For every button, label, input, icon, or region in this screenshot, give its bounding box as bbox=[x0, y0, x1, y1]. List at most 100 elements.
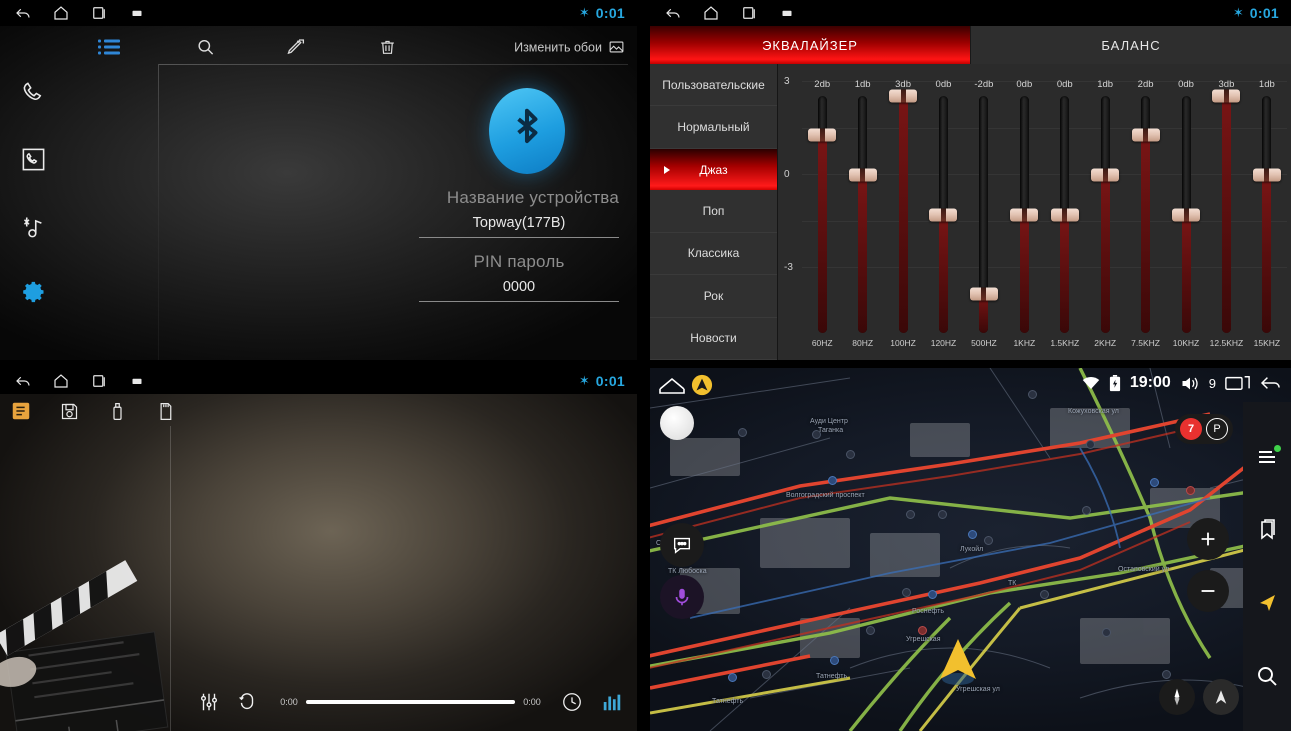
seek-bar[interactable] bbox=[306, 700, 515, 704]
eq-band-100HZ[interactable]: 3db 100HZ bbox=[883, 78, 923, 350]
eq-band-60HZ[interactable]: 2db 60HZ bbox=[802, 78, 842, 350]
eq-slider-track[interactable] bbox=[889, 89, 918, 333]
bookmark-icon[interactable] bbox=[1254, 517, 1280, 543]
eq-slider-track[interactable] bbox=[1252, 96, 1281, 333]
user-avatar[interactable] bbox=[660, 406, 694, 440]
recents-icon[interactable] bbox=[1225, 374, 1250, 392]
back-icon[interactable] bbox=[14, 372, 32, 390]
map-poi[interactable] bbox=[1102, 628, 1111, 637]
map-poi[interactable] bbox=[918, 626, 927, 635]
list-view-icon[interactable] bbox=[98, 39, 120, 55]
back-icon[interactable] bbox=[14, 4, 32, 22]
eq-slider-knob[interactable] bbox=[1010, 208, 1039, 221]
call-log-icon[interactable] bbox=[16, 143, 50, 177]
map-poi[interactable] bbox=[1162, 670, 1171, 679]
map-poi[interactable] bbox=[1150, 478, 1159, 487]
home-icon[interactable] bbox=[52, 4, 70, 22]
eq-band-10KHZ[interactable]: 0db 10KHZ bbox=[1166, 78, 1206, 350]
recents-icon[interactable] bbox=[90, 4, 108, 22]
eq-slider-knob[interactable] bbox=[969, 287, 998, 300]
eq-tab-1[interactable]: БАЛАНС bbox=[970, 26, 1291, 64]
chat-bubble-icon[interactable] bbox=[660, 523, 704, 567]
map-poi[interactable] bbox=[1186, 486, 1195, 495]
eq-slider-track[interactable] bbox=[1091, 96, 1120, 333]
map-poi[interactable] bbox=[928, 590, 937, 599]
map-poi[interactable] bbox=[728, 673, 737, 682]
trash-icon[interactable] bbox=[378, 38, 397, 57]
device-name-value[interactable]: Topway(177B) bbox=[419, 215, 619, 238]
eq-slider-track[interactable] bbox=[808, 96, 837, 333]
navigation-arrow-icon[interactable] bbox=[1254, 590, 1280, 616]
preset-item-2[interactable]: Джаз bbox=[650, 148, 777, 191]
north-up-icon[interactable] bbox=[1203, 679, 1239, 715]
eq-band-2KHZ[interactable]: 1db 2KHZ bbox=[1085, 78, 1125, 350]
eq-slider-knob[interactable] bbox=[1091, 168, 1120, 182]
navigation-cursor-icon[interactable] bbox=[691, 374, 713, 396]
compass-icon[interactable] bbox=[1159, 679, 1195, 715]
parking-icon[interactable]: P bbox=[1206, 418, 1228, 440]
map-poi[interactable] bbox=[902, 588, 911, 597]
preset-item-0[interactable]: Пользовательские bbox=[650, 64, 777, 107]
recents-icon[interactable] bbox=[90, 372, 108, 390]
preset-item-1[interactable]: Нормальный bbox=[650, 106, 777, 149]
eq-band-80HZ[interactable]: 1db 80HZ bbox=[842, 78, 882, 350]
eq-slider-track[interactable] bbox=[969, 96, 998, 333]
bluetooth-music-icon[interactable] bbox=[16, 209, 50, 243]
preset-item-5[interactable]: Рок bbox=[650, 275, 777, 318]
map-poi[interactable] bbox=[1040, 590, 1049, 599]
map-poi[interactable] bbox=[828, 476, 837, 485]
zoom-in-button[interactable] bbox=[1187, 518, 1229, 560]
eq-slider-track[interactable] bbox=[1172, 96, 1200, 333]
back-icon[interactable] bbox=[664, 4, 682, 22]
home-icon[interactable] bbox=[52, 372, 70, 390]
eq-slider-knob[interactable] bbox=[1212, 89, 1241, 103]
eq-slider-knob[interactable] bbox=[1131, 128, 1160, 142]
playlist-icon[interactable] bbox=[8, 398, 34, 424]
eq-slider-track[interactable] bbox=[1212, 89, 1241, 333]
preset-item-3[interactable]: Поп bbox=[650, 190, 777, 233]
map-poi[interactable] bbox=[738, 428, 747, 437]
microphone-icon[interactable] bbox=[660, 575, 704, 619]
map-poi[interactable] bbox=[1082, 506, 1091, 515]
map-poi[interactable] bbox=[762, 670, 771, 679]
screenshot-icon[interactable] bbox=[128, 372, 146, 390]
eq-slider-knob[interactable] bbox=[929, 208, 958, 221]
map-poi[interactable] bbox=[1028, 390, 1037, 399]
search-icon[interactable] bbox=[196, 38, 215, 57]
eq-slider-track[interactable] bbox=[1131, 96, 1160, 333]
eq-band-1.5KHZ[interactable]: 0db 1.5KHZ bbox=[1045, 78, 1085, 350]
menu-icon[interactable] bbox=[1254, 444, 1281, 470]
eq-slider-knob[interactable] bbox=[1172, 208, 1200, 221]
eq-tab-0[interactable]: ЭКВАЛАЙЗЕР bbox=[650, 26, 970, 64]
eq-band-500HZ[interactable]: -2db 500HZ bbox=[964, 78, 1004, 350]
eq-slider-knob[interactable] bbox=[889, 89, 918, 103]
sdcard-icon[interactable] bbox=[152, 398, 178, 424]
eq-slider-track[interactable] bbox=[929, 96, 958, 333]
pin-value[interactable]: 0000 bbox=[419, 279, 619, 302]
eq-slider-track[interactable] bbox=[848, 96, 877, 333]
visualizer-icon[interactable] bbox=[601, 691, 623, 713]
volume-icon[interactable] bbox=[1180, 375, 1200, 392]
map-poi[interactable] bbox=[1086, 440, 1095, 449]
map-poi[interactable] bbox=[968, 530, 977, 539]
screenshot-icon[interactable] bbox=[778, 4, 796, 22]
map-poi[interactable] bbox=[984, 536, 993, 545]
eq-band-15KHZ[interactable]: 1db 15KHZ bbox=[1247, 78, 1287, 350]
traffic-status-pill[interactable]: 7 P bbox=[1175, 414, 1233, 444]
back-icon[interactable] bbox=[1259, 374, 1283, 392]
preset-item-6[interactable]: Новости bbox=[650, 318, 777, 360]
preset-item-4[interactable]: Классика bbox=[650, 233, 777, 276]
usb-icon[interactable] bbox=[104, 398, 130, 424]
eq-slider-knob[interactable] bbox=[848, 168, 877, 182]
dialpad-phone-icon[interactable] bbox=[16, 76, 50, 110]
recents-icon[interactable] bbox=[740, 4, 758, 22]
search-icon[interactable] bbox=[1254, 663, 1280, 689]
rename-icon[interactable] bbox=[285, 37, 306, 58]
eq-slider-track[interactable] bbox=[1010, 96, 1039, 333]
eq-band-120HZ[interactable]: 0db 120HZ bbox=[923, 78, 963, 350]
eq-band-12.5KHZ[interactable]: 3db 12.5KHZ bbox=[1206, 78, 1246, 350]
eq-band-7.5KHZ[interactable]: 2db 7.5KHZ bbox=[1125, 78, 1165, 350]
map-poi[interactable] bbox=[830, 656, 839, 665]
repeat-icon[interactable] bbox=[236, 691, 258, 713]
equalizer-sliders-icon[interactable] bbox=[198, 691, 220, 713]
